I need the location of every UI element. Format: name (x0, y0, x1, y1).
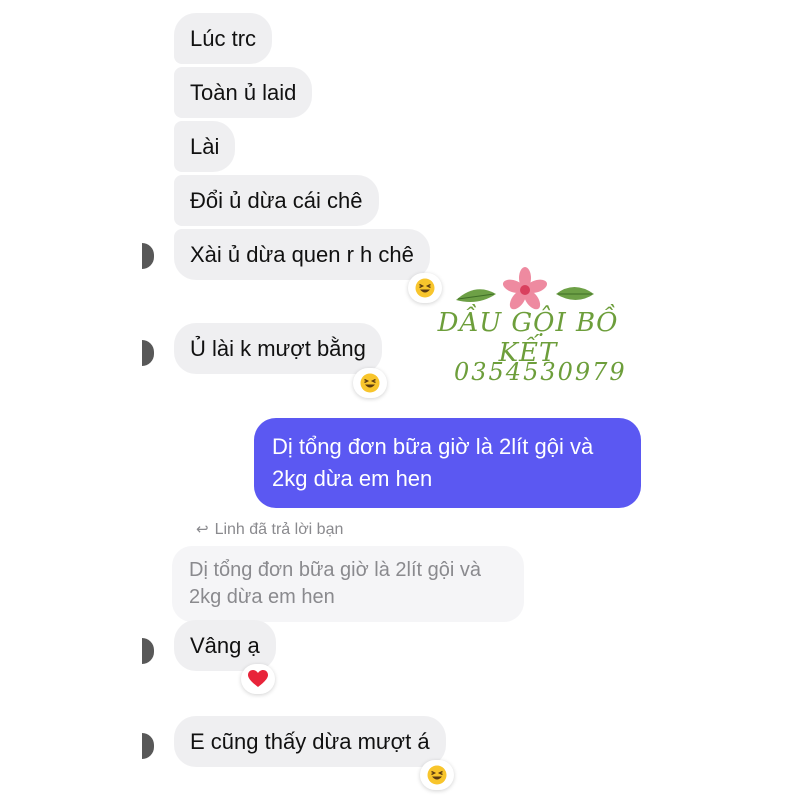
reaction-heart-icon[interactable] (241, 664, 275, 694)
avatar[interactable] (142, 733, 154, 759)
message-bubble[interactable]: Lúc trc (174, 13, 273, 64)
reply-label-text: Linh đã trả lời bạn (214, 521, 344, 538)
reply-arrow-icon: ↩ (196, 521, 209, 538)
sent-message-bubble[interactable]: Dị tổng đơn bữa giờ là 2lít gội và 2kg d… (254, 418, 641, 508)
message-bubble[interactable]: Đổi ủ dừa cái chê (174, 175, 379, 226)
avatar[interactable] (142, 243, 154, 269)
watermark-phone: 0354530979 (454, 358, 627, 386)
message-bubble[interactable]: Xài ủ dừa quen r h chê (174, 229, 430, 280)
reply-indicator: ↩ Linh đã trả lời bạn (196, 520, 343, 540)
message-bubble[interactable]: Ủ lài k mượt bằng (174, 323, 382, 374)
red-heart-emoji-icon (248, 670, 268, 687)
laughing-emoji-icon (360, 373, 380, 393)
laughing-emoji-icon (427, 765, 447, 785)
reaction-laugh-icon[interactable] (353, 368, 387, 398)
quoted-message[interactable]: Dị tổng đơn bữa giờ là 2lít gội và 2kg d… (172, 546, 524, 622)
avatar[interactable] (142, 340, 154, 366)
avatar[interactable] (142, 638, 154, 664)
reaction-laugh-icon[interactable] (420, 760, 454, 790)
message-bubble[interactable]: E cũng thấy dừa mượt á (174, 716, 446, 767)
shop-watermark: DẦU GỘI BỒ KẾT 0354530979 (428, 266, 628, 396)
message-bubble[interactable]: Lài (174, 121, 236, 172)
message-bubble[interactable]: Toàn ủ laid (174, 67, 313, 118)
